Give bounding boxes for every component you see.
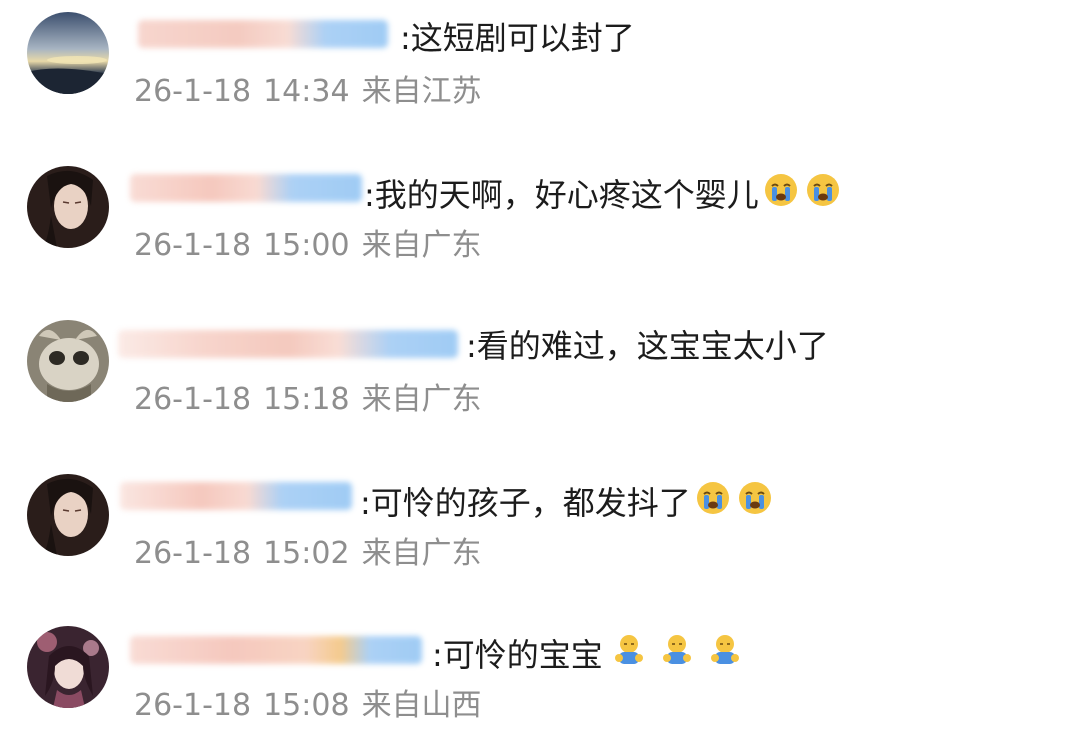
comment-location: 来自山西 [361,688,482,723]
comment-meta: 26-1-18 15:00 来自广东 [134,228,482,264]
username-blurred[interactable] [120,482,352,510]
comment-time: 15:08 [263,688,350,723]
username-blurred[interactable] [118,330,458,358]
comment-body: :看的难过，这宝宝太小了 [466,327,829,365]
comment-item: :这短剧可以封了 26-1-18 14:34 来自江苏 [0,0,1080,150]
comment-item: :可怜的宝宝 26-1-18 15:08 来自山西 [0,614,1080,752]
comment-date: 26-1-18 [134,688,252,723]
comment-date: 26-1-18 [134,536,252,571]
comment-date: 26-1-18 [134,228,252,263]
username-blurred[interactable] [130,174,362,202]
comment-time: 15:02 [263,536,350,571]
comment-text: :我的天啊，好心疼这个婴儿 [364,172,847,217]
comment-meta: 26-1-18 15:08 来自山西 [134,688,482,724]
sad-figure-icon [707,632,743,677]
comment-date: 26-1-18 [134,382,252,417]
comment-item: :看的难过，这宝宝太小了 26-1-18 15:18 来自广东 [0,306,1080,456]
comment-item: :我的天啊，好心疼这个婴儿 26-1-18 15:00 来自广东 [0,152,1080,302]
comment-item: :可怜的孩子，都发抖了 26-1-18 15:02 来自广东 [0,460,1080,610]
comment-text: :可怜的孩子，都发抖了 [360,480,779,525]
crying-face-icon [805,172,841,217]
sad-figure-icon [611,632,647,677]
emoji-group [611,632,749,677]
emoji-group [695,480,779,525]
comment-date: 26-1-18 [134,74,252,109]
comment-body: :这短剧可以封了 [400,19,635,57]
comment-body: :可怜的宝宝 [432,635,603,674]
comment-body: :我的天啊，好心疼这个婴儿 [364,175,759,214]
comment-time: 14:34 [263,74,350,109]
comment-location: 来自广东 [361,382,482,417]
comment-time: 15:18 [263,382,350,417]
comment-time: 15:00 [263,228,350,263]
comment-location: 来自广东 [361,536,482,571]
avatar[interactable] [27,626,109,708]
username-blurred[interactable] [130,636,422,664]
crying-face-icon [737,480,773,525]
comment-list: :这短剧可以封了 26-1-18 14:34 来自江苏 :我的天啊，好心疼这个婴儿 [0,0,1080,752]
avatar[interactable] [27,474,109,556]
crying-face-icon [763,172,799,217]
comment-meta: 26-1-18 15:18 来自广东 [134,382,482,418]
comment-body: :可怜的孩子，都发抖了 [360,483,691,522]
avatar[interactable] [27,320,109,402]
emoji-group [763,172,847,217]
comment-text: :可怜的宝宝 [432,632,749,677]
comment-text: :看的难过，这宝宝太小了 [466,326,829,366]
avatar[interactable] [27,12,109,94]
username-blurred[interactable] [138,20,388,48]
comment-location: 来自江苏 [361,74,482,109]
comment-location: 来自广东 [361,228,482,263]
comment-meta: 26-1-18 14:34 来自江苏 [134,74,482,110]
comment-text: :这短剧可以封了 [400,18,635,58]
comment-meta: 26-1-18 15:02 来自广东 [134,536,482,572]
crying-face-icon [695,480,731,525]
avatar[interactable] [27,166,109,248]
sad-figure-icon [659,632,695,677]
